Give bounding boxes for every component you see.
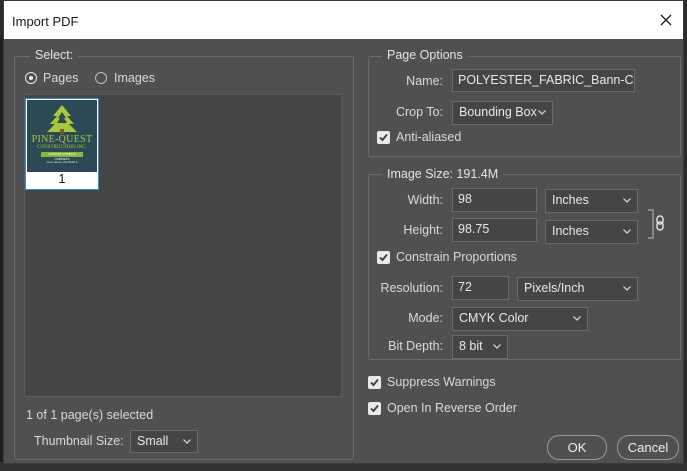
suppress-warnings-checkbox[interactable] — [368, 376, 381, 389]
resolution-unit-select[interactable]: Pixels/Inch — [517, 277, 638, 301]
image-size-title: Image Size: 191.4M — [382, 167, 504, 181]
close-icon — [660, 14, 672, 26]
name-field[interactable]: POLYESTER_FABRIC_Bann-CA18 — [452, 69, 635, 92]
crop-to-value: Bounding Box — [459, 105, 537, 119]
thumbnail-size-select[interactable]: Small — [130, 430, 198, 453]
chevron-down-icon — [493, 344, 501, 349]
chevron-down-icon — [623, 229, 631, 234]
width-label: Width: — [407, 193, 443, 207]
chevron-down-icon — [623, 198, 631, 203]
constrain-proportions-label: Constrain Proportions — [396, 250, 517, 264]
dialog-title: Import PDF — [12, 14, 79, 29]
title-bar: Import PDF — [4, 1, 683, 39]
height-unit-select[interactable]: Inches — [545, 220, 638, 244]
logo-bar: CUSTOM HOMES & CABINETS — [41, 152, 83, 161]
chevron-down-icon — [183, 439, 191, 444]
bit-depth-value: 8 bit — [459, 339, 483, 353]
anti-aliased-checkbox[interactable] — [377, 131, 390, 144]
cancel-button[interactable]: Cancel — [617, 435, 679, 460]
page-options-title: Page Options — [382, 48, 468, 62]
check-icon — [379, 133, 388, 142]
page-number: 1 — [58, 172, 66, 186]
images-radio-label: Images — [114, 71, 155, 85]
pages-radio[interactable] — [25, 72, 37, 84]
close-button[interactable] — [655, 9, 677, 31]
check-icon — [370, 404, 379, 413]
import-pdf-dialog: Import PDF Select: Pages Images PINE-QUE… — [3, 0, 684, 464]
height-unit-value: Inches — [552, 224, 589, 238]
pages-radio-label: Pages — [43, 71, 79, 85]
selection-status: 1 of 1 page(s) selected — [26, 408, 154, 422]
bit-depth-select[interactable]: 8 bit — [452, 335, 508, 359]
width-unit-select[interactable]: Inches — [545, 189, 638, 213]
check-icon — [370, 378, 379, 387]
chevron-down-icon — [623, 286, 631, 291]
check-icon — [379, 253, 388, 262]
name-label: Name: — [406, 74, 443, 88]
crop-to-label: Crop To: — [395, 105, 443, 119]
suppress-warnings-label: Suppress Warnings — [387, 375, 496, 389]
bit-depth-label: Bit Depth: — [388, 339, 443, 353]
height-label: Height: — [403, 223, 443, 237]
mode-label: Mode: — [408, 311, 443, 325]
logo-tagline: Your Home, We Build It — [46, 160, 78, 164]
select-group-title: Select: — [30, 48, 79, 62]
chevron-down-icon — [573, 316, 581, 321]
link-proportions-button[interactable] — [647, 208, 669, 243]
thumbnail-size-label: Thumbnail Size: — [34, 434, 124, 448]
page-thumbnail-list[interactable]: PINE-QUEST CONSTRUCTION INC. CUSTOM HOME… — [24, 94, 342, 397]
width-unit-value: Inches — [552, 193, 589, 207]
page-thumbnail-image: PINE-QUEST CONSTRUCTION INC. CUSTOM HOME… — [27, 100, 97, 172]
width-field[interactable]: 98 — [452, 188, 537, 212]
height-field[interactable]: 98.75 — [452, 218, 537, 242]
logo-name: PINE-QUEST — [31, 134, 93, 145]
pine-tree-logo-icon — [47, 105, 77, 134]
mode-value: CMYK Color — [459, 311, 529, 325]
resolution-label: Resolution: — [380, 281, 443, 295]
resolution-field[interactable]: 72 — [452, 276, 509, 300]
images-radio[interactable] — [95, 72, 107, 84]
constrain-proportions-checkbox[interactable] — [377, 251, 390, 264]
reverse-order-checkbox[interactable] — [368, 402, 381, 415]
thumbnail-size-value: Small — [137, 434, 169, 448]
crop-to-select[interactable]: Bounding Box — [452, 101, 553, 125]
anti-aliased-label: Anti-aliased — [396, 130, 462, 144]
reverse-order-label: Open In Reverse Order — [387, 401, 517, 415]
mode-select[interactable]: CMYK Color — [452, 307, 588, 331]
ok-button[interactable]: OK — [547, 435, 607, 460]
page-thumbnail[interactable]: PINE-QUEST CONSTRUCTION INC. CUSTOM HOME… — [25, 98, 99, 190]
link-chain-icon — [648, 209, 664, 239]
resolution-unit-value: Pixels/Inch — [524, 281, 585, 295]
logo-subtitle: CONSTRUCTION INC. — [37, 145, 87, 150]
chevron-down-icon — [538, 110, 546, 115]
